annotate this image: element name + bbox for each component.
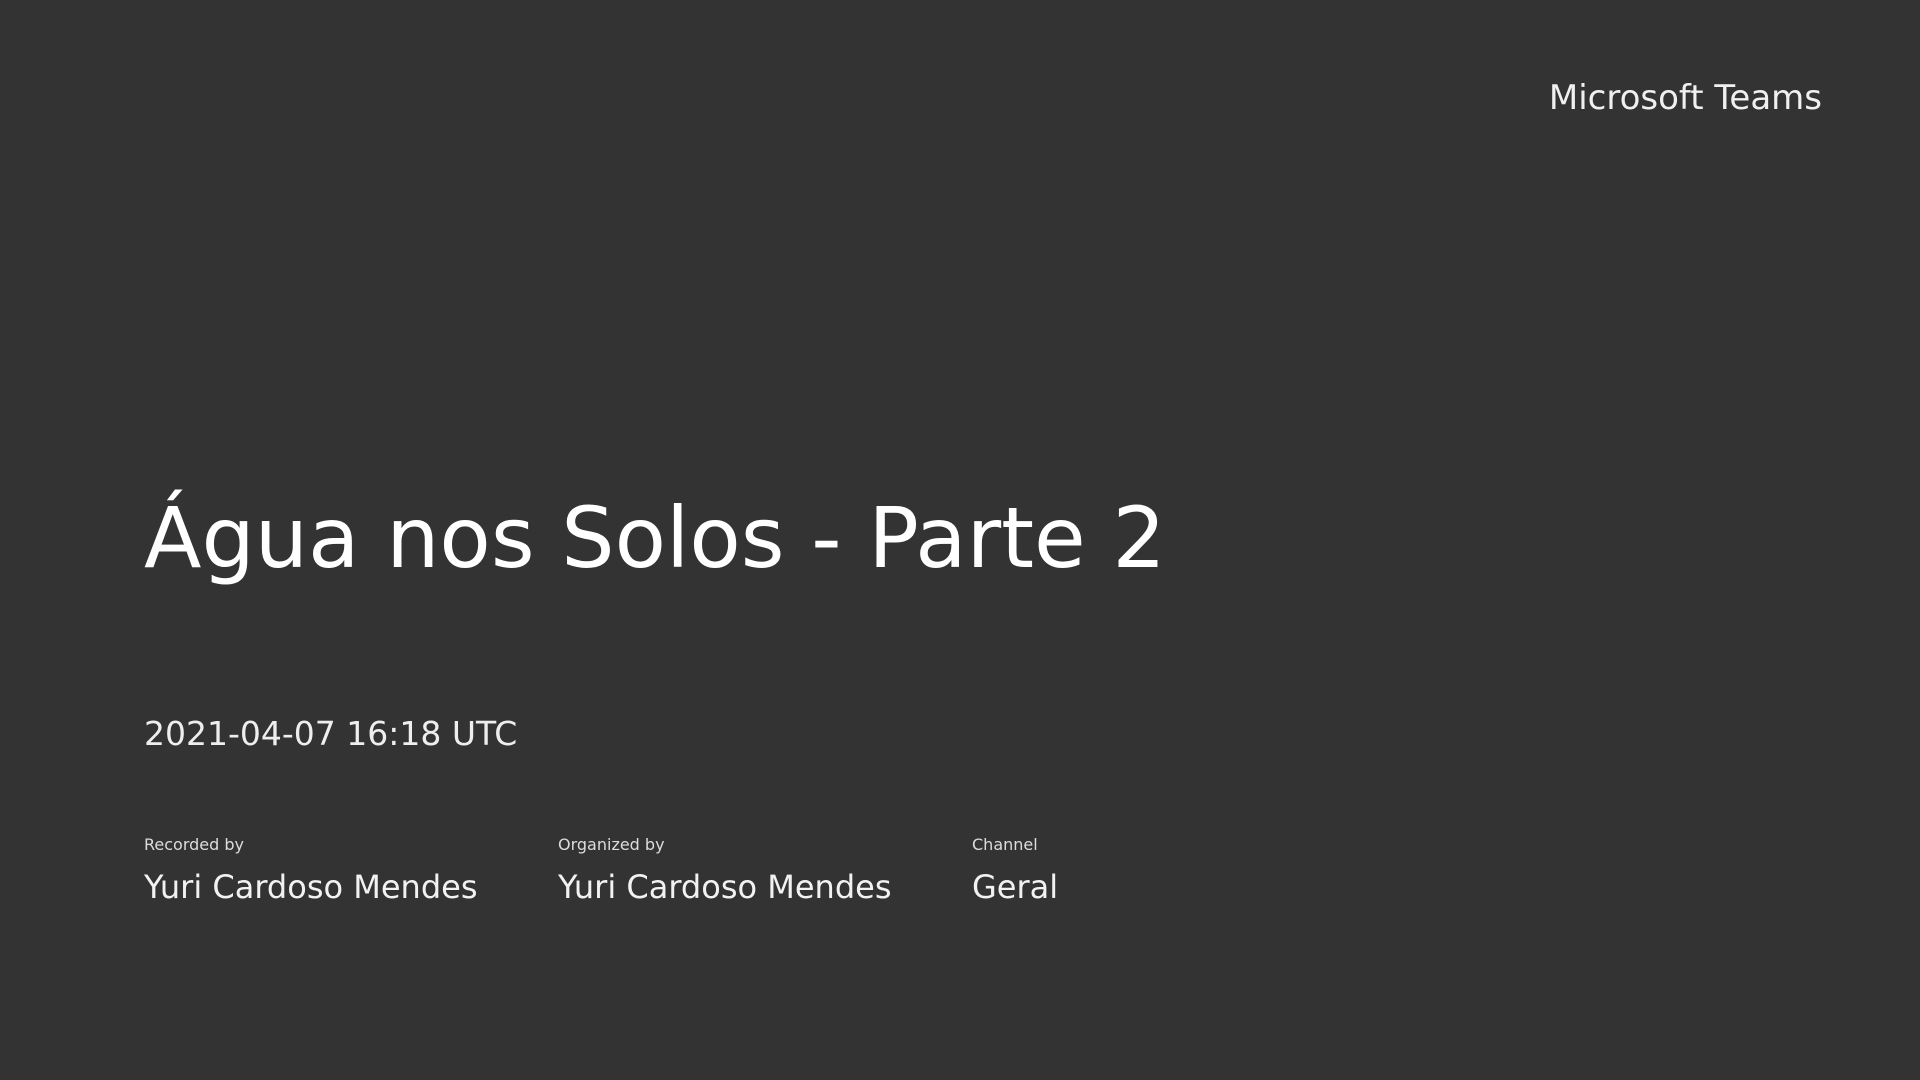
recorded-by-block: Recorded by Yuri Cardoso Mendes bbox=[144, 834, 558, 908]
channel-label: Channel bbox=[972, 835, 1038, 854]
organized-by-label: Organized by bbox=[558, 835, 665, 854]
channel-value: Geral bbox=[972, 868, 1059, 906]
recorded-by-label: Recorded by bbox=[144, 835, 244, 854]
organized-by-value: Yuri Cardoso Mendes bbox=[558, 868, 892, 906]
recording-meta: Recorded by Yuri Cardoso Mendes Organize… bbox=[144, 834, 1172, 908]
organized-by-block: Organized by Yuri Cardoso Mendes bbox=[558, 834, 972, 908]
channel-block: Channel Geral bbox=[972, 834, 1172, 908]
recording-datetime: 2021-04-07 16:18 UTC bbox=[144, 714, 518, 753]
recorded-by-value: Yuri Cardoso Mendes bbox=[144, 868, 478, 906]
recording-title: Água nos Solos - Parte 2 bbox=[144, 489, 1166, 587]
app-brand-label: Microsoft Teams bbox=[1548, 78, 1822, 118]
